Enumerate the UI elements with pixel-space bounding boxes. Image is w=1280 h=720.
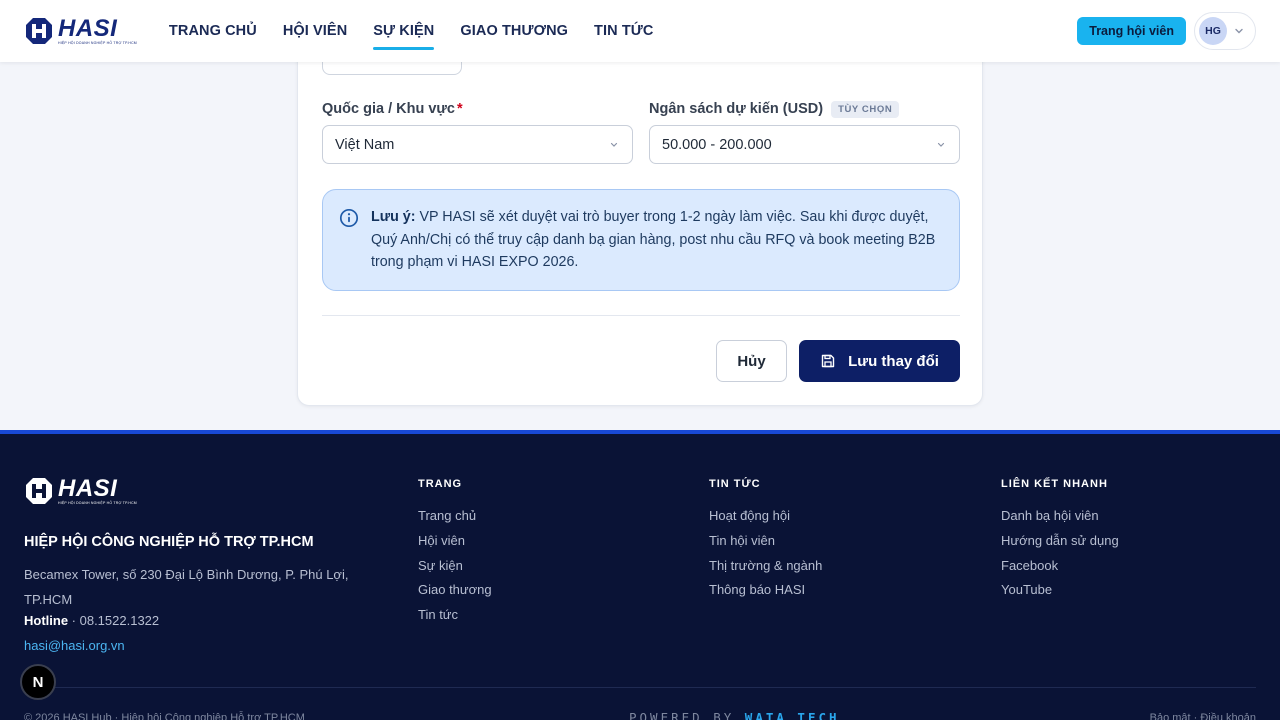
footer-legal-links[interactable]: Bảo mật · Điều khoản — [1150, 712, 1256, 720]
site-footer: HASI HIỆP HỘI DOANH NGHIỆP HỖ TRỢ TP.HCM… — [0, 430, 1280, 720]
footer-logo[interactable]: HASI HIỆP HỘI DOANH NGHIỆP HỖ TRỢ TP.HCM — [24, 476, 137, 506]
nav-news[interactable]: TIN TỨC — [594, 0, 653, 62]
footer-link[interactable]: Hoạt động hội — [709, 508, 822, 533]
footer-link[interactable]: Hướng dẫn sử dụng — [1001, 533, 1119, 558]
footer-link[interactable]: Thông báo HASI — [709, 582, 822, 607]
footer-col-title: TIN TỨC — [709, 478, 761, 490]
country-select[interactable]: Việt Nam — [322, 125, 633, 164]
buyer-form-card: Quốc gia / Khu vực * Việt Nam Ngân sách d… — [297, 20, 983, 406]
budget-value: 50.000 - 200.000 — [662, 136, 772, 153]
notice-text: VP HASI sẽ xét duyệt vai trò buyer trong… — [371, 209, 936, 270]
footer-copyright: © 2026 HASI Hub · Hiệp hội Công nghiệp H… — [24, 712, 305, 720]
footer-link[interactable]: Trang chủ — [418, 508, 492, 533]
divider — [322, 315, 960, 316]
footer-link[interactable]: Hội viên — [418, 533, 492, 558]
footer-address: Becamex Tower, số 230 Đại Lộ Bình Dương,… — [24, 567, 349, 607]
nav-trade[interactable]: GIAO THƯƠNG — [460, 0, 568, 62]
cancel-button[interactable]: Hủy — [716, 340, 787, 382]
top-header: HASI HIỆP HỘI DOANH NGHIỆP HỖ TRỢ TP.HCM… — [0, 0, 1280, 62]
footer-divider — [24, 687, 1256, 688]
footer-link[interactable]: Giao thương — [418, 582, 492, 607]
avatar: HG — [1199, 17, 1227, 45]
country-value: Việt Nam — [335, 136, 395, 153]
dev-tools-badge[interactable]: N — [20, 664, 56, 700]
footer-link[interactable]: Danh bạ hội viên — [1001, 508, 1119, 533]
optional-badge: TÙY CHỌN — [831, 100, 900, 118]
brand-tagline: HIỆP HỘI DOANH NGHIỆP HỖ TRỢ TP.HCM — [58, 40, 137, 45]
member-page-button[interactable]: Trang hội viên — [1077, 17, 1186, 45]
footer-link[interactable]: Thị trường & ngành — [709, 558, 822, 583]
nav-events[interactable]: SỰ KIỆN — [373, 0, 435, 62]
brand-name: HASI — [58, 14, 118, 42]
main-nav: TRANG CHỦ HỘI VIÊN SỰ KIỆN GIAO THƯƠNG T… — [169, 0, 654, 62]
nav-home[interactable]: TRANG CHỦ — [169, 0, 257, 62]
save-icon — [821, 354, 835, 368]
footer-hotline: Hotline · 08.1522.1322 — [24, 613, 160, 628]
footer-link[interactable]: Sự kiện — [418, 558, 492, 583]
budget-field: Ngân sách dự kiến (USD) TÙY CHỌN 50.000 … — [649, 99, 960, 164]
footer-powered-by[interactable]: POWERED BY WATA TECH — [629, 710, 840, 720]
footer-link[interactable]: Facebook — [1001, 558, 1119, 583]
budget-label: Ngân sách dự kiến (USD) — [649, 101, 824, 117]
footer-col-pages: TRANG Trang chủ Hội viên Sự kiện Giao th… — [418, 478, 492, 632]
country-field: Quốc gia / Khu vực * Việt Nam — [322, 99, 633, 164]
footer-org-name: HIỆP HỘI CÔNG NGHIỆP HỖ TRỢ TP.HCM — [24, 534, 314, 550]
info-icon — [339, 208, 359, 228]
footer-brand-tagline: HIỆP HỘI DOANH NGHIỆP HỖ TRỢ TP.HCM — [58, 500, 137, 505]
required-mark: * — [456, 101, 463, 117]
footer-brand-name: HASI — [58, 474, 118, 502]
footer-link[interactable]: YouTube — [1001, 582, 1119, 607]
hasi-logo-icon — [26, 478, 52, 504]
chevron-down-icon — [610, 142, 618, 147]
save-button[interactable]: Lưu thay đổi — [799, 340, 960, 382]
user-menu[interactable]: HG — [1194, 12, 1256, 50]
footer-link[interactable]: Tin hội viên — [709, 533, 822, 558]
approval-notice: Lưu ý: VP HASI sẽ xét duyệt vai trò buye… — [322, 189, 960, 291]
nav-members[interactable]: HỘI VIÊN — [283, 0, 347, 62]
save-label: Lưu thay đổi — [848, 352, 939, 370]
footer-col-title: LIÊN KẾT NHANH — [1001, 478, 1108, 490]
footer-col-news: TIN TỨC Hoạt động hội Tin hội viên Thị t… — [709, 478, 822, 607]
chevron-down-icon — [937, 142, 945, 147]
footer-email-link[interactable]: hasi@hasi.org.vn — [24, 638, 125, 653]
chevron-down-icon — [1235, 28, 1243, 34]
budget-select[interactable]: 50.000 - 200.000 — [649, 125, 960, 164]
footer-col-title: TRANG — [418, 478, 463, 490]
notice-bold: Lưu ý: — [371, 209, 416, 225]
brand-logo[interactable]: HASI HIỆP HỘI DOANH NGHIỆP HỖ TRỢ TP.HCM — [24, 16, 137, 46]
footer-link[interactable]: Tin tức — [418, 607, 492, 632]
footer-col-quicklinks: LIÊN KẾT NHANH Danh bạ hội viên Hướng dẫ… — [1001, 478, 1119, 607]
hasi-logo-icon — [26, 18, 52, 44]
country-label: Quốc gia / Khu vực * — [322, 101, 463, 117]
